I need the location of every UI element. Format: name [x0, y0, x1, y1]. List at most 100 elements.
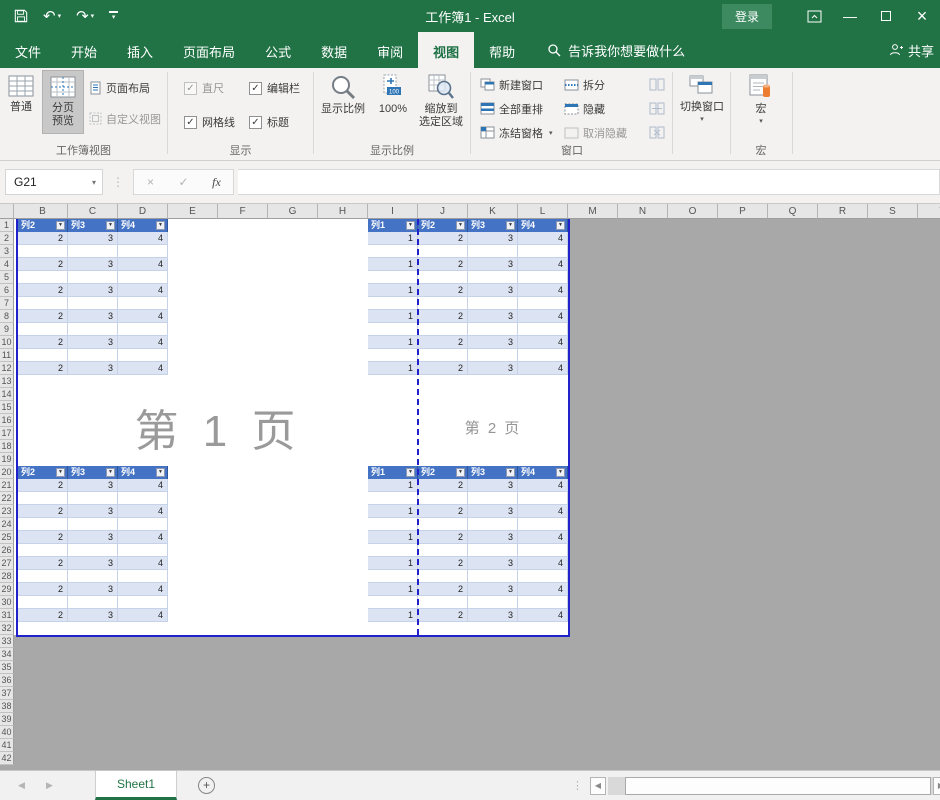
table-cell[interactable]: 2 [18, 505, 68, 518]
row-header-29[interactable]: 29 [0, 583, 14, 596]
ribbon-display-options-button[interactable] [796, 0, 832, 32]
row-header-38[interactable]: 38 [0, 700, 14, 713]
tab-review[interactable]: 审阅 [362, 32, 418, 68]
row-header-14[interactable]: 14 [0, 388, 14, 401]
col-header-I[interactable]: I [368, 204, 418, 219]
table-cell[interactable]: 1 [368, 557, 418, 570]
row-header-34[interactable]: 34 [0, 648, 14, 661]
row-header-35[interactable]: 35 [0, 661, 14, 674]
table-cell[interactable]: 2 [18, 310, 68, 323]
col-header-G[interactable]: G [268, 204, 318, 219]
close-button[interactable]: × [904, 0, 940, 32]
name-box[interactable]: G21 ▾ [5, 169, 103, 195]
col-header-E[interactable]: E [168, 204, 218, 219]
table-cell[interactable] [468, 596, 518, 609]
col-header-J[interactable]: J [418, 204, 468, 219]
table-cell[interactable]: 2 [18, 479, 68, 492]
table-cell[interactable]: 4 [518, 505, 568, 518]
col-header-D[interactable]: D [118, 204, 168, 219]
sign-in-button[interactable]: 登录 [722, 4, 772, 29]
table-cell[interactable] [118, 544, 168, 557]
table-cell[interactable] [368, 492, 418, 505]
col-header-C[interactable]: C [68, 204, 118, 219]
table-cell[interactable]: 2 [418, 362, 468, 375]
table-header-cell[interactable]: 列3▼ [68, 219, 118, 232]
undo-button[interactable]: ↶▾ [43, 9, 61, 24]
table-cell[interactable] [18, 596, 68, 609]
normal-view-button[interactable]: 普通 [2, 70, 40, 134]
table-cell[interactable]: 1 [368, 310, 418, 323]
table-cell[interactable]: 4 [118, 362, 168, 375]
table-cell[interactable]: 4 [118, 557, 168, 570]
table-cell[interactable]: 4 [518, 258, 568, 271]
table-cell[interactable] [18, 518, 68, 531]
formula-bar-checkbox[interactable]: ✓ 编辑栏 [249, 80, 300, 96]
table-cell[interactable] [68, 596, 118, 609]
table-cell[interactable] [518, 323, 568, 336]
row-header-15[interactable]: 15 [0, 401, 14, 414]
table-cell[interactable] [468, 518, 518, 531]
table-cell[interactable]: 4 [118, 583, 168, 596]
table-cell[interactable]: 3 [68, 310, 118, 323]
table-cell[interactable]: 3 [468, 479, 518, 492]
tab-file[interactable]: 文件 [0, 32, 56, 68]
row-header-20[interactable]: 20 [0, 466, 14, 479]
table-cell[interactable]: 3 [68, 609, 118, 622]
table-header-cell[interactable]: 列4▼ [518, 466, 568, 479]
filter-dropdown-icon[interactable]: ▼ [406, 468, 415, 477]
table-cell[interactable]: 3 [68, 258, 118, 271]
table-cell[interactable] [418, 297, 468, 310]
table-cell[interactable]: 1 [368, 505, 418, 518]
new-window-button[interactable]: 新建窗口 [477, 74, 546, 95]
new-sheet-button[interactable]: + [198, 777, 215, 794]
table-cell[interactable]: 4 [118, 479, 168, 492]
table-cell[interactable] [18, 349, 68, 362]
col-header-O[interactable]: O [668, 204, 718, 219]
unhide-button[interactable]: 取消隐藏 [561, 122, 630, 143]
filter-dropdown-icon[interactable]: ▼ [506, 221, 515, 230]
table-cell[interactable] [518, 596, 568, 609]
row-header-31[interactable]: 31 [0, 609, 14, 622]
zoom-100-button[interactable]: 100 100% [372, 70, 414, 134]
table-cell[interactable]: 4 [518, 336, 568, 349]
table-cell[interactable]: 2 [18, 609, 68, 622]
row-header-13[interactable]: 13 [0, 375, 14, 388]
table-cell[interactable]: 1 [368, 609, 418, 622]
row-header-7[interactable]: 7 [0, 297, 14, 310]
filter-dropdown-icon[interactable]: ▼ [456, 468, 465, 477]
table-cell[interactable] [418, 271, 468, 284]
row-header-2[interactable]: 2 [0, 232, 14, 245]
row-header-18[interactable]: 18 [0, 440, 14, 453]
table-header-cell[interactable]: 列1▼ [368, 466, 418, 479]
filter-dropdown-icon[interactable]: ▼ [456, 221, 465, 230]
col-header-B[interactable]: B [18, 204, 68, 219]
table-cell[interactable]: 2 [418, 557, 468, 570]
ruler-checkbox[interactable]: ✓ 直尺 [184, 80, 224, 96]
table-cell[interactable]: 3 [68, 557, 118, 570]
row-header-1[interactable]: 1 [0, 219, 14, 232]
table-cell[interactable]: 2 [18, 583, 68, 596]
table-cell[interactable] [468, 492, 518, 505]
table-cell[interactable]: 2 [418, 609, 468, 622]
spreadsheet-grid[interactable]: 列2▼列3▼列4▼234234234234234234列1▼列2▼列3▼列4▼1… [0, 204, 940, 770]
row-header-37[interactable]: 37 [0, 687, 14, 700]
hscroll-left-button[interactable]: ◀ [590, 777, 606, 795]
reset-window-position-button[interactable] [646, 122, 668, 143]
table-cell[interactable]: 2 [418, 531, 468, 544]
gridlines-checkbox[interactable]: ✓ 网格线 [184, 114, 235, 130]
table-cell[interactable]: 2 [18, 232, 68, 245]
macros-button[interactable]: 宏 ▾ [738, 70, 784, 134]
split-button[interactable]: 拆分 [561, 74, 608, 95]
table-cell[interactable]: 2 [418, 284, 468, 297]
table-cell[interactable]: 2 [418, 336, 468, 349]
headings-checkbox[interactable]: ✓ 标题 [249, 114, 289, 130]
table-cell[interactable] [418, 596, 468, 609]
table-cell[interactable]: 4 [518, 531, 568, 544]
table-cell[interactable] [368, 570, 418, 583]
table-cell[interactable] [368, 518, 418, 531]
table-cell[interactable] [468, 570, 518, 583]
table-cell[interactable] [68, 297, 118, 310]
table-cell[interactable]: 3 [468, 284, 518, 297]
col-header-Q[interactable]: Q [768, 204, 818, 219]
table-cell[interactable] [118, 245, 168, 258]
